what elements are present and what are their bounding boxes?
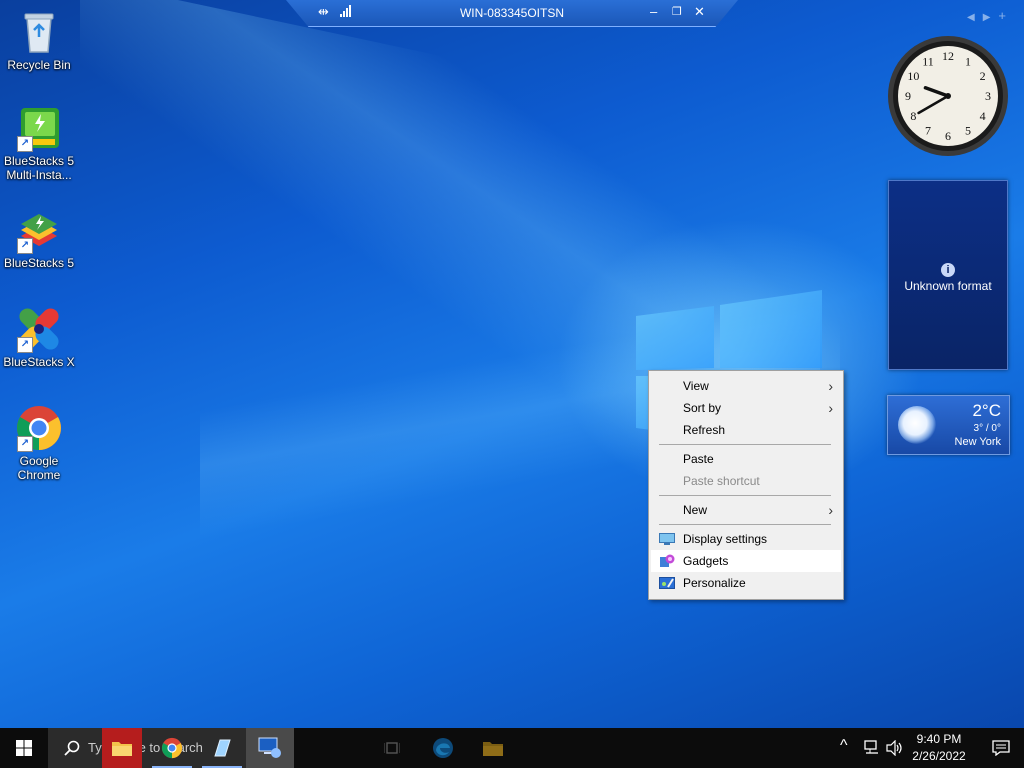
folder-icon <box>483 742 503 756</box>
add-icon[interactable]: + <box>998 8 1014 23</box>
menu-item-refresh[interactable]: Refresh <box>651 419 841 441</box>
taskbar-app-edge[interactable] <box>428 728 458 768</box>
clock-number: 12 <box>942 49 954 63</box>
menu-item-view[interactable]: View › <box>651 375 841 397</box>
taskbar-app-file-explorer[interactable] <box>102 728 142 768</box>
clock-number: 9 <box>905 89 911 103</box>
remote-desktop-bar[interactable]: ⇹ WIN-083345OITSN – ❐ ✕ <box>286 0 738 27</box>
taskbar-date: 2/26/2022 <box>912 749 966 763</box>
task-view-button[interactable] <box>380 728 404 768</box>
desktop-icon-label: BlueStacks X <box>3 355 75 369</box>
menu-item-new[interactable]: New › <box>651 499 841 521</box>
chevron-right-icon: › <box>828 502 833 518</box>
moon-icon <box>898 406 936 444</box>
edge-icon <box>433 738 453 758</box>
weather-city: New York <box>954 436 1001 448</box>
shortcut-arrow-icon: ↗ <box>17 136 33 152</box>
clock-number: 4 <box>980 109 986 123</box>
taskbar-app-chrome[interactable] <box>152 728 192 768</box>
desktop-icon-bluestacks-x[interactable]: ↗ BlueStacks X <box>2 305 76 369</box>
network-icon <box>864 740 878 754</box>
desktop-icon-google-chrome[interactable]: ↗ Google Chrome <box>2 404 76 482</box>
remote-desktop-icon <box>258 737 281 758</box>
clock-number: 11 <box>922 54 934 68</box>
desktop-icon-recycle-bin[interactable]: Recycle Bin <box>2 8 76 72</box>
network-tray-button[interactable] <box>862 728 882 768</box>
slideshow-gadget[interactable]: i Unknown format <box>888 180 1008 370</box>
menu-separator <box>659 524 831 525</box>
menu-item-gadgets[interactable]: Gadgets <box>651 550 841 572</box>
shortcut-arrow-icon: ↗ <box>17 238 33 254</box>
menu-item-paste[interactable]: Paste <box>651 448 841 470</box>
desktop-icon-label: Recycle Bin <box>7 58 71 72</box>
close-icon[interactable]: ✕ <box>694 4 705 20</box>
slideshow-message: Unknown format <box>904 279 992 293</box>
taskbar[interactable]: Type here to search ^ 9:40 PM 2/26/2022 <box>0 728 1024 768</box>
notifications-icon <box>992 740 1010 756</box>
desktop-icon-label: BlueStacks 5 Multi-Insta... <box>3 154 75 182</box>
desktop-icon-label: Google Chrome <box>17 454 61 482</box>
previous-icon[interactable]: ◀ <box>967 12 983 23</box>
taskbar-app-notes[interactable] <box>202 728 242 768</box>
weather-range: 3° / 0° <box>973 423 1001 434</box>
menu-item-paste-shortcut: Paste shortcut <box>683 474 760 488</box>
folder-icon <box>112 742 132 756</box>
clock-number: 8 <box>910 109 916 123</box>
weather-gadget[interactable]: 2°C 3° / 0° New York <box>887 395 1010 455</box>
taskbar-app-folder[interactable] <box>478 728 508 768</box>
clock-number: 1 <box>965 54 971 68</box>
clock-number: 2 <box>980 69 986 83</box>
start-button[interactable] <box>0 728 48 768</box>
task-view-icon <box>384 742 400 754</box>
clock-number: 3 <box>985 89 991 103</box>
show-hidden-icons-button[interactable]: ^ <box>838 728 856 768</box>
desktop-icon-bluestacks-5[interactable]: ↗ BlueStacks 5 <box>2 206 76 270</box>
display-settings-icon <box>659 533 675 545</box>
menu-item-personalize[interactable]: Personalize <box>651 572 841 594</box>
info-icon: i <box>941 263 955 277</box>
clock-number: 5 <box>965 124 971 138</box>
minimize-icon[interactable]: – <box>650 4 657 19</box>
remote-desktop-title: WIN-083345OITSN <box>459 6 565 20</box>
clock-number: 10 <box>907 69 919 83</box>
clock-number: 6 <box>945 129 951 143</box>
search-icon <box>64 740 80 756</box>
notifications-button[interactable] <box>980 728 1020 768</box>
next-icon[interactable]: ▶ <box>983 12 999 23</box>
taskbar-app-remote-desktop[interactable] <box>246 728 294 768</box>
gadget-controls[interactable]: ◀▶+ <box>967 8 1014 23</box>
chevron-up-icon: ^ <box>840 737 848 754</box>
restore-icon[interactable]: ❐ <box>672 5 682 18</box>
clock-gadget[interactable]: 12 12 3 45678 9 1011 <box>886 34 1010 158</box>
gadgets-icon <box>660 554 675 567</box>
menu-item-display-settings[interactable]: Display settings <box>651 528 841 550</box>
desktop-icon-bluestacks-multi-instance[interactable]: ↗ BlueStacks 5 Multi-Insta... <box>2 104 76 182</box>
menu-item-sort-by[interactable]: Sort by › <box>651 397 841 419</box>
recycle-bin-icon <box>24 13 54 53</box>
shortcut-arrow-icon: ↗ <box>17 436 33 452</box>
taskbar-time: 9:40 PM <box>916 732 962 746</box>
personalize-icon <box>659 577 675 589</box>
chrome-icon <box>161 737 183 759</box>
desktop-context-menu[interactable]: View › Sort by › Refresh Paste Paste sho… <box>648 370 844 600</box>
chevron-right-icon: › <box>828 378 833 394</box>
chevron-right-icon: › <box>828 400 833 416</box>
weather-temperature: 2°C <box>972 401 1001 420</box>
menu-separator <box>659 495 831 496</box>
shortcut-arrow-icon: ↗ <box>17 337 33 353</box>
notes-app-icon <box>214 739 231 757</box>
taskbar-clock[interactable]: 9:40 PM 2/26/2022 <box>900 731 978 765</box>
menu-separator <box>659 444 831 445</box>
windows-start-icon <box>16 740 32 756</box>
desktop-icon-label: BlueStacks 5 <box>3 256 75 270</box>
desktop[interactable]: Recycle Bin ↗ BlueStacks 5 Multi-Insta..… <box>0 0 1024 728</box>
clock-number: 7 <box>925 124 931 138</box>
